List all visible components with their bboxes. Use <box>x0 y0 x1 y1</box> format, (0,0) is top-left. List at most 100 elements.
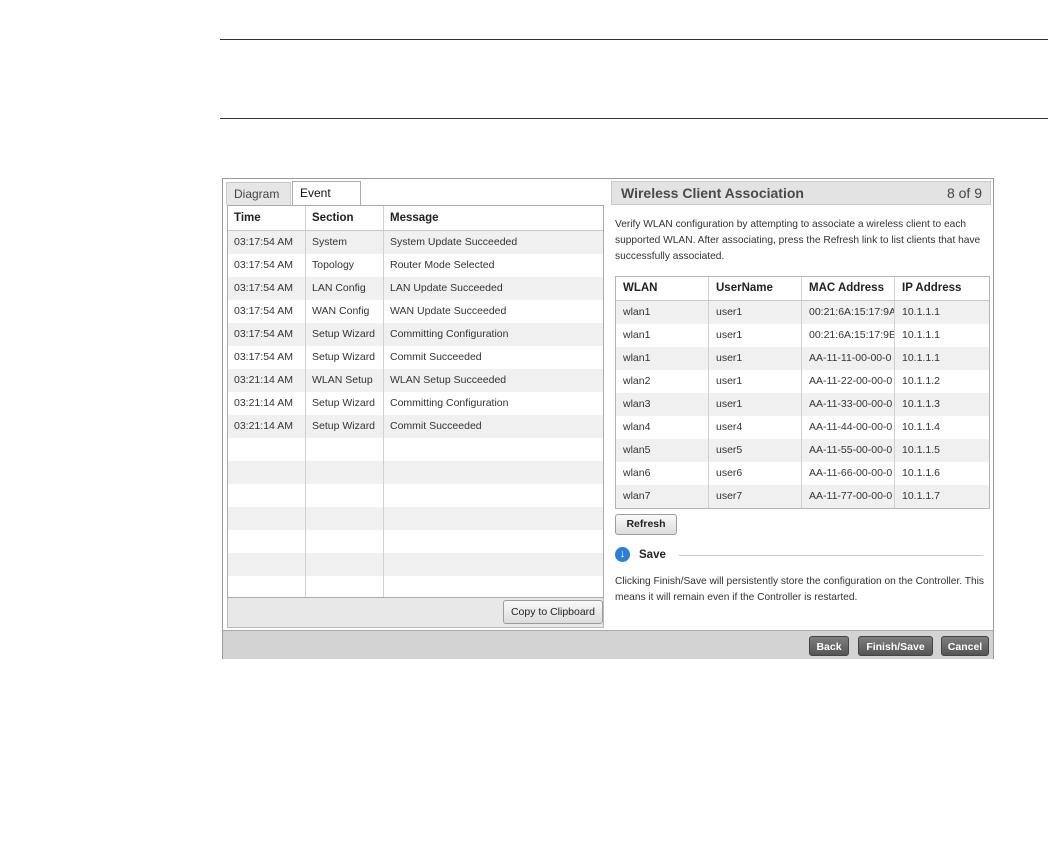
cancel-button[interactable]: Cancel <box>941 636 989 656</box>
username-cell: user1 <box>709 347 802 370</box>
table-row[interactable]: wlan1 user1 00:21:6A:15:17:9E 10.1.1.1 <box>616 324 989 347</box>
ip-address-cell: 10.1.1.6 <box>902 467 940 479</box>
table-row[interactable] <box>228 461 603 484</box>
username-cell: user1 <box>709 324 802 347</box>
copy-to-clipboard-button[interactable]: Copy to Clipboard <box>503 600 603 624</box>
column-header-message[interactable]: Message <box>384 206 603 230</box>
log-time-cell <box>228 507 306 530</box>
table-row[interactable]: 03:21:14 AM WLAN Setup WLAN Setup Succeede… <box>228 369 603 392</box>
log-time-cell <box>228 484 306 507</box>
finish-save-button[interactable]: Finish/Save <box>858 636 933 656</box>
table-row[interactable]: 03:21:14 AM Setup Wizard Committing Config… <box>228 392 603 415</box>
table-row[interactable]: 03:21:14 AM Setup Wizard Commit Succeeded <box>228 415 603 438</box>
column-header-mac-address[interactable]: MAC Address <box>802 277 895 300</box>
log-time-cell <box>228 576 306 597</box>
wlan-cell: wlan1 <box>616 324 709 347</box>
log-section-cell: Setup Wizard <box>306 392 384 415</box>
log-section-cell: WAN Config <box>306 300 384 323</box>
table-row[interactable]: 03:17:54 AM WAN Config WAN Update Succeede… <box>228 300 603 323</box>
log-time-cell: 03:17:54 AM <box>228 254 306 277</box>
log-message-cell <box>384 507 603 530</box>
log-message-cell <box>384 576 603 597</box>
event-log-body: 03:17:54 AM System System Update Succeeded… <box>228 231 603 597</box>
username-cell: user1 <box>709 370 802 393</box>
ip-address-cell: 10.1.1.5 <box>902 444 940 456</box>
wlan-cell: wlan7 <box>616 485 709 508</box>
username-cell: user5 <box>709 439 802 462</box>
refresh-button[interactable]: Refresh <box>615 514 677 535</box>
table-row[interactable] <box>228 484 603 507</box>
log-section-cell <box>306 553 384 576</box>
step-indicator: 8 of 9 <box>946 185 982 201</box>
save-section-header[interactable]: ↓ Save <box>615 546 983 564</box>
table-row[interactable]: 03:17:54 AM Topology Router Mode Selected <box>228 254 603 277</box>
log-message-cell: WLAN Setup Succeeded <box>390 374 507 386</box>
table-row[interactable]: 03:17:54 AM System System Update Succeeded <box>228 231 603 254</box>
table-row[interactable] <box>228 553 603 576</box>
mac-address-cell: AA-11-55-00-00-0 <box>802 439 895 462</box>
wlan-cell: wlan6 <box>616 462 709 485</box>
log-time-cell <box>228 553 306 576</box>
column-header-ip-address[interactable]: IP Address <box>895 277 989 300</box>
ip-address-cell: 10.1.1.7 <box>902 490 940 502</box>
username-cell: user1 <box>709 301 802 324</box>
log-section-cell: Setup Wizard <box>306 346 384 369</box>
table-row[interactable]: wlan1 user1 00:21:6A:15:17:9A 10.1.1.1 <box>616 301 989 324</box>
table-row[interactable]: wlan6 user6 AA-11-66-00-00-0 10.1.1.6 <box>616 462 989 485</box>
username-cell: user6 <box>709 462 802 485</box>
mac-address-cell: AA-11-11-00-00-0 <box>802 347 895 370</box>
table-row[interactable]: wlan2 user1 AA-11-22-00-00-0 10.1.1.2 <box>616 370 989 393</box>
left-panel: Diagram Event Log Time Section Message 0… <box>223 179 608 630</box>
column-header-section[interactable]: Section <box>306 206 384 230</box>
column-header-time[interactable]: Time <box>228 206 306 230</box>
table-row[interactable]: wlan3 user1 AA-11-33-00-00-0 10.1.1.3 <box>616 393 989 416</box>
ip-address-cell: 10.1.1.1 <box>902 352 940 364</box>
table-row[interactable] <box>228 576 603 597</box>
table-row[interactable]: wlan5 user5 AA-11-55-00-00-0 10.1.1.5 <box>616 439 989 462</box>
log-time-cell: 03:21:14 AM <box>228 392 306 415</box>
save-section-label: Save <box>639 549 666 561</box>
table-row[interactable]: wlan7 user7 AA-11-77-00-00-0 10.1.1.7 <box>616 485 989 508</box>
log-message-cell: System Update Succeeded <box>390 236 518 248</box>
table-row[interactable] <box>228 438 603 461</box>
column-header-username[interactable]: UserName <box>709 277 802 300</box>
table-row[interactable]: wlan4 user4 AA-11-44-00-00-0 10.1.1.4 <box>616 416 989 439</box>
log-section-cell <box>306 507 384 530</box>
log-message-cell: Committing Configuration <box>390 328 509 340</box>
log-time-cell <box>228 530 306 553</box>
save-description: Clicking Finish/Save will persistently s… <box>615 576 984 603</box>
log-message-cell <box>384 530 603 553</box>
log-section-cell: Setup Wizard <box>306 323 384 346</box>
right-panel: Wireless Client Association 8 of 9 Verif… <box>610 179 993 630</box>
table-row[interactable]: 03:17:54 AM Setup Wizard Committing Config… <box>228 323 603 346</box>
tab-event-log[interactable]: Event Log <box>292 181 361 223</box>
log-time-cell: 03:21:14 AM <box>228 369 306 392</box>
ip-address-cell: 10.1.1.2 <box>902 375 940 387</box>
mac-address-cell: AA-11-33-00-00-0 <box>802 393 895 416</box>
down-arrow-circle-icon[interactable]: ↓ <box>615 547 630 562</box>
wizard-button-bar: Back Finish/Save Cancel <box>223 630 993 659</box>
mac-address-cell: 00:21:6A:15:17:9E <box>802 324 895 347</box>
table-row[interactable] <box>228 530 603 553</box>
wizard-header: Wireless Client Association 8 of 9 <box>611 181 991 205</box>
ip-address-cell: 10.1.1.4 <box>902 421 940 433</box>
wlan-cell: wlan1 <box>616 301 709 324</box>
log-message-cell: Committing Configuration <box>390 397 509 409</box>
table-row[interactable]: 03:17:54 AM Setup Wizard Commit Succeeded <box>228 346 603 369</box>
bottom-divider <box>220 118 1048 119</box>
username-cell: user7 <box>709 485 802 508</box>
tab-diagram[interactable]: Diagram <box>226 182 291 205</box>
back-button[interactable]: Back <box>809 636 849 656</box>
table-row[interactable]: 03:17:54 AM LAN Config LAN Update Succeede… <box>228 277 603 300</box>
event-log-header: Time Section Message <box>228 206 603 231</box>
table-row[interactable] <box>228 507 603 530</box>
log-section-cell: Setup Wizard <box>306 415 384 438</box>
column-header-wlan[interactable]: WLAN <box>616 277 709 300</box>
table-row[interactable]: wlan1 user1 AA-11-11-00-00-0 10.1.1.1 <box>616 347 989 370</box>
mac-address-cell: 00:21:6A:15:17:9A <box>802 301 895 324</box>
log-time-cell: 03:17:54 AM <box>228 300 306 323</box>
event-log-table: Time Section Message 03:17:54 AM System Sy… <box>227 205 604 598</box>
log-time-cell: 03:17:54 AM <box>228 346 306 369</box>
log-section-cell <box>306 461 384 484</box>
log-message-cell <box>384 553 603 576</box>
